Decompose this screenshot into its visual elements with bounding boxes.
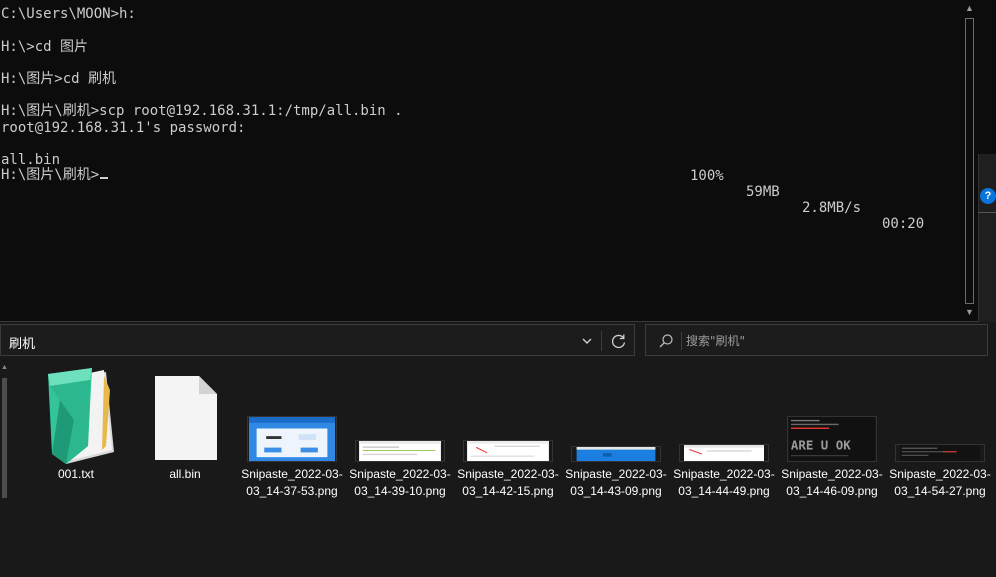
terminal-line: H:\图片>cd 刷机 (1, 71, 117, 87)
terminal-prompt: H:\图片\刷机> (1, 167, 100, 183)
file-name: Snipaste_2022-03-03_14-46-09.png (781, 467, 883, 498)
help-icon[interactable]: ? (980, 188, 996, 204)
file-item-snipaste-5[interactable]: Snipaste_2022-03-03_14-44-49.png (670, 360, 778, 530)
background-window-edge (978, 154, 996, 322)
terminal-line: C:\Users\MOON>h: (1, 6, 136, 22)
file-list[interactable]: ▲ 001.txt all.bin Snipaste_2022-03-03_14… (0, 360, 996, 577)
transfer-rate: 2.8MB/s (802, 200, 862, 216)
terminal-prompt-line[interactable]: H:\图片\刷机> (1, 167, 109, 183)
file-name: Snipaste_2022-03-03_14-54-27.png (889, 467, 991, 498)
transfer-time: 00:20 (882, 216, 925, 232)
terminal-output[interactable]: C:\Users\MOON>h: H:\>cd 图片 H:\图片>cd 刷机 H… (1, 6, 959, 318)
file-item-001-txt[interactable]: 001.txt (22, 360, 130, 530)
divider (978, 212, 996, 213)
file-item-snipaste-2[interactable]: Snipaste_2022-03-03_14-39-10.png (346, 360, 454, 530)
command-prompt-window[interactable]: C:\Users\MOON>h: H:\>cd 图片 H:\图片>cd 刷机 H… (0, 0, 996, 322)
divider (681, 332, 682, 350)
image-thumbnail (463, 440, 553, 462)
file-name: Snipaste_2022-03-03_14-39-10.png (349, 467, 451, 498)
text-cursor (100, 177, 109, 179)
file-item-snipaste-7[interactable]: Snipaste_2022-03-03_14-54-27.png (886, 360, 994, 530)
search-input[interactable] (686, 331, 976, 351)
address-path: 刷机 (9, 336, 36, 351)
search-box[interactable] (645, 324, 988, 356)
file-item-snipaste-3[interactable]: Snipaste_2022-03-03_14-42-15.png (454, 360, 562, 530)
scrollbar-thumb[interactable] (2, 378, 7, 498)
terminal-line: H:\图片\刷机>scp root@192.168.31.1:/tmp/all.… (1, 103, 403, 119)
explorer-toolbar: 刷机 (0, 322, 996, 360)
transfer-size: 59MB (746, 184, 780, 200)
file-name: Snipaste_2022-03-03_14-37-53.png (241, 467, 343, 498)
file-name: Snipaste_2022-03-03_14-43-09.png (565, 467, 667, 498)
chevron-down-icon[interactable] (577, 331, 597, 351)
transfer-percent: 100% (690, 168, 724, 184)
file-name: all.bin (169, 467, 201, 481)
scroll-up-arrow-icon[interactable]: ▲ (961, 0, 978, 17)
blank-file-icon (155, 376, 217, 460)
scrollbar-thumb[interactable] (965, 18, 974, 304)
file-name: 001.txt (57, 467, 95, 481)
image-thumbnail (247, 416, 337, 462)
address-bar[interactable]: 刷机 (0, 324, 635, 356)
image-thumbnail (679, 444, 769, 462)
divider (601, 331, 602, 351)
terminal-line: H:\>cd 图片 (1, 39, 89, 55)
terminal-line: root@192.168.31.1's password: (1, 120, 246, 136)
file-item-snipaste-6[interactable]: ARE U OK Snipaste_2022-03-03_14-46-09.pn… (778, 360, 886, 530)
image-thumbnail (355, 440, 445, 462)
file-item-all-bin[interactable]: all.bin (131, 360, 239, 530)
image-thumbnail (895, 444, 985, 462)
navigation-scrollbar[interactable]: ▲ (0, 360, 9, 577)
image-thumbnail (571, 446, 661, 462)
refresh-icon[interactable] (608, 330, 630, 352)
search-icon (659, 334, 673, 348)
file-item-snipaste-4[interactable]: Snipaste_2022-03-03_14-43-09.png (562, 360, 670, 530)
file-item-snipaste-1[interactable]: Snipaste_2022-03-03_14-37-53.png (238, 360, 346, 530)
terminal-scrollbar[interactable]: ▲ ▼ (961, 0, 978, 321)
file-name: Snipaste_2022-03-03_14-44-49.png (673, 467, 775, 498)
transfer-file-name: all.bin (1, 152, 61, 168)
scroll-up-arrow-icon[interactable]: ▲ (0, 364, 9, 371)
scroll-down-arrow-icon[interactable]: ▼ (961, 304, 978, 321)
transfer-progress-line: all.bin 100% 59MB 2.8MB/s 00:20 (1, 136, 959, 232)
notepad-icon (48, 368, 114, 464)
image-thumbnail: ARE U OK (787, 416, 877, 462)
file-name: Snipaste_2022-03-03_14-42-15.png (457, 467, 559, 498)
thumbnail-text: ARE U OK (791, 438, 851, 453)
